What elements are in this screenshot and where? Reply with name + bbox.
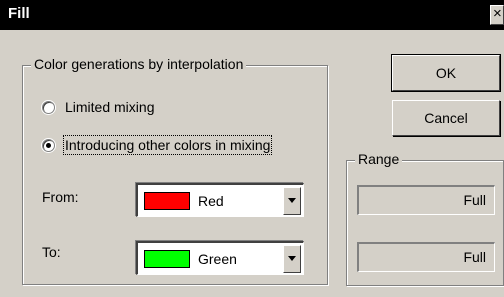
limited-mixing-radio-row[interactable]: Limited mixing <box>42 99 154 115</box>
interpolation-group-label: Color generations by interpolation <box>31 56 247 72</box>
range-field-1-value: Full <box>463 192 486 208</box>
introducing-colors-label: Introducing other colors in mixing <box>62 135 273 155</box>
window-title: Fill <box>8 5 30 22</box>
introducing-colors-radio-row[interactable]: Introducing other colors in mixing <box>42 135 273 155</box>
chevron-down-icon <box>288 256 296 261</box>
to-dropdown-button[interactable] <box>283 245 301 273</box>
ok-button-label: OK <box>435 65 457 81</box>
to-color-value: Green <box>198 251 237 267</box>
limited-mixing-radio[interactable] <box>42 100 55 114</box>
chevron-down-icon <box>288 198 296 203</box>
from-label: From: <box>42 189 79 205</box>
fill-dialog: Fill × Color generations by interpolatio… <box>0 0 504 297</box>
close-button[interactable]: × <box>490 5 504 25</box>
title-bar: Fill × <box>0 0 504 30</box>
to-color-swatch <box>144 250 190 268</box>
limited-mixing-label: Limited mixing <box>65 99 155 115</box>
cancel-button[interactable]: Cancel <box>392 100 500 136</box>
range-field-2-value: Full <box>463 249 486 265</box>
from-color-select[interactable]: Red <box>136 183 304 217</box>
range-field-2: Full <box>357 242 495 272</box>
introducing-colors-radio[interactable] <box>42 138 55 152</box>
cancel-button-label: Cancel <box>424 110 468 126</box>
from-color-value: Red <box>198 193 224 209</box>
from-color-swatch <box>144 192 190 210</box>
to-color-select[interactable]: Green <box>136 241 304 275</box>
close-icon: × <box>493 5 502 22</box>
from-dropdown-button[interactable] <box>283 187 301 215</box>
range-field-1: Full <box>357 185 495 215</box>
range-group-label: Range <box>355 151 403 167</box>
ok-button[interactable]: OK <box>391 54 501 92</box>
radio-selected-dot <box>46 142 51 148</box>
to-label: To: <box>42 244 61 260</box>
